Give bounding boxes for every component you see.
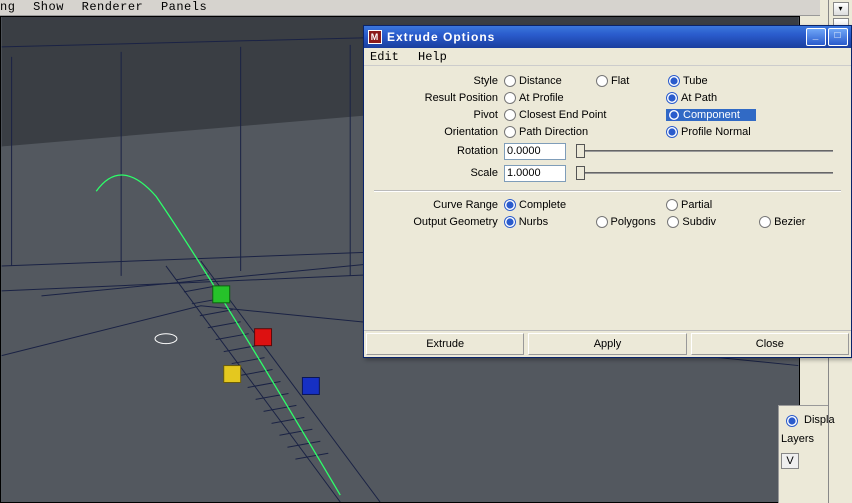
scale-input[interactable] (504, 165, 566, 182)
orientation-path-radio[interactable] (504, 126, 516, 138)
curve-complete-radio[interactable] (504, 199, 516, 211)
style-tube-radio[interactable] (668, 75, 680, 87)
layers-label: Layers (781, 429, 826, 449)
main-menu-bar[interactable]: ng Show Renderer Panels (0, 0, 820, 16)
display-radio[interactable] (786, 415, 798, 427)
dialog-titlebar[interactable]: M Extrude Options _ □ (364, 26, 851, 48)
rotation-input[interactable] (504, 143, 566, 160)
side-panel: Displa Layers V (778, 405, 828, 503)
main-menu-item[interactable]: Show (33, 0, 64, 14)
extrude-options-dialog: M Extrude Options _ □ Edit Help Style Di… (363, 25, 852, 358)
output-geometry-label: Output Geometry (374, 216, 504, 228)
scale-label: Scale (374, 167, 504, 179)
maximize-button[interactable]: □ (828, 28, 848, 46)
display-label: Displa (804, 414, 835, 426)
scale-slider[interactable] (576, 165, 833, 181)
dialog-menubar[interactable]: Edit Help (364, 48, 851, 66)
pivot-closest-radio[interactable] (504, 109, 516, 121)
rotation-label: Rotation (374, 145, 504, 157)
style-distance-radio[interactable] (504, 75, 516, 87)
toolbar-btn-top[interactable]: ▾ (833, 2, 849, 16)
main-menu-item[interactable]: Renderer (82, 0, 144, 14)
geom-nurbs-radio[interactable] (504, 216, 516, 228)
orientation-label: Orientation (374, 126, 504, 138)
dialog-body: Style Distance Flat Tube Result Position… (364, 66, 851, 330)
pivot-component-radio[interactable] (668, 109, 680, 121)
curve-partial-radio[interactable] (666, 199, 678, 211)
v-button[interactable]: V (781, 453, 799, 469)
divider (374, 190, 841, 192)
orientation-profile-radio[interactable] (666, 126, 678, 138)
rotation-slider[interactable] (576, 143, 833, 159)
dialog-title: Extrude Options (387, 30, 495, 44)
main-menu-item[interactable]: Panels (161, 0, 207, 14)
dialog-button-row: Extrude Apply Close (364, 330, 851, 357)
close-button[interactable]: Close (691, 333, 849, 355)
dialog-menu-edit[interactable]: Edit (370, 50, 399, 64)
dialog-app-icon: M (368, 30, 382, 44)
extrude-button[interactable]: Extrude (366, 333, 524, 355)
apply-button[interactable]: Apply (528, 333, 686, 355)
style-flat-radio[interactable] (596, 75, 608, 87)
minimize-button[interactable]: _ (806, 28, 826, 46)
result-at-profile-radio[interactable] (504, 92, 516, 104)
result-position-label: Result Position (374, 92, 504, 104)
style-label: Style (374, 75, 504, 87)
dialog-menu-help[interactable]: Help (418, 50, 447, 64)
pivot-label: Pivot (374, 109, 504, 121)
curve-range-label: Curve Range (374, 199, 504, 211)
geom-subdiv-radio[interactable] (667, 216, 679, 228)
main-menu-item[interactable]: ng (0, 0, 15, 14)
geom-bezier-radio[interactable] (759, 216, 771, 228)
result-at-path-radio[interactable] (666, 92, 678, 104)
geom-polygons-radio[interactable] (596, 216, 608, 228)
